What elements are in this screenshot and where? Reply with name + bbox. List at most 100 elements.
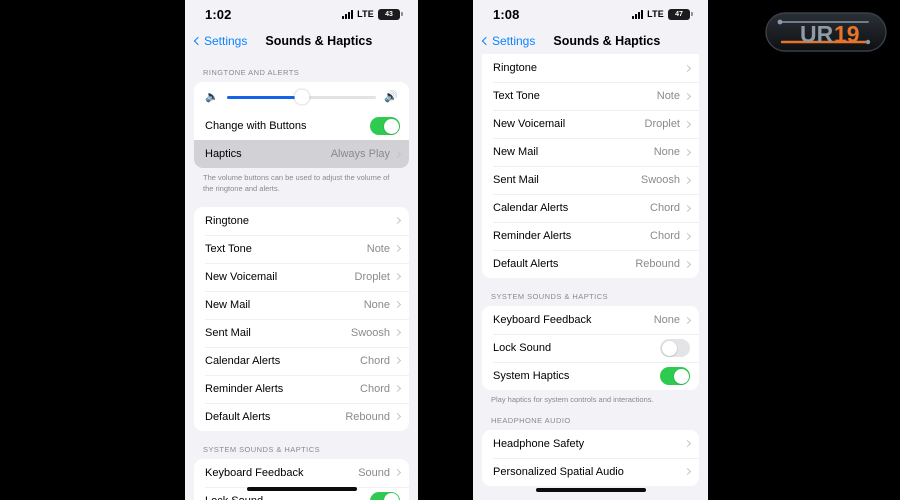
chevron-right-icon <box>683 204 692 212</box>
chevron-right-icon <box>393 245 402 253</box>
settings-list-left[interactable]: RINGTONE AND ALERTS 🔈 🔊 Change with Butt… <box>185 54 418 500</box>
toggle-knob <box>383 118 399 134</box>
row-accessory: Chord <box>360 354 402 367</box>
row-label: New Mail <box>205 298 251 311</box>
row-label: Sent Mail <box>205 326 251 339</box>
row-label: Calendar Alerts <box>205 354 281 367</box>
chevron-right-icon <box>393 273 402 281</box>
row-label: Ringtone <box>493 62 538 74</box>
row-value: Chord <box>650 202 680 214</box>
row-accessory: Note <box>657 90 692 102</box>
back-label: Settings <box>492 34 536 48</box>
row-default-alerts[interactable]: Default Alerts Rebound <box>482 250 699 278</box>
row-accessory: None <box>653 314 692 326</box>
row-calendar-alerts[interactable]: Calendar Alerts Chord <box>482 194 699 222</box>
row-value: None <box>653 314 680 326</box>
row-label: New Mail <box>493 146 539 158</box>
lock-sound-toggle[interactable] <box>660 339 690 357</box>
row-accessory: Rebound <box>345 410 402 423</box>
row-haptics[interactable]: Haptics Always Play <box>194 140 409 168</box>
lock-sound-toggle[interactable] <box>370 491 400 500</box>
change-with-buttons-toggle[interactable] <box>370 117 400 135</box>
toggle-knob <box>661 340 677 356</box>
row-value: Chord <box>360 382 390 395</box>
row-accessory <box>680 64 692 72</box>
section-footer-ringtone-alerts: The volume buttons can be used to adjust… <box>203 173 390 193</box>
row-accessory: Chord <box>650 230 692 242</box>
row-new-voicemail[interactable]: New Voicemail Droplet <box>482 110 699 138</box>
speaker-high-icon: 🔊 <box>384 90 398 103</box>
row-value: Droplet <box>354 270 390 283</box>
chevron-left-icon <box>481 36 491 46</box>
chevron-right-icon <box>683 260 692 268</box>
row-value: Chord <box>650 230 680 242</box>
toggle-knob <box>383 493 399 500</box>
section-header-ringtone-alerts: RINGTONE AND ALERTS <box>203 68 300 77</box>
row-headphone-safety[interactable]: Headphone Safety <box>482 429 699 458</box>
chevron-right-icon <box>393 469 402 477</box>
chevron-right-icon <box>393 357 402 365</box>
row-ringtone[interactable]: Ringtone <box>194 206 409 235</box>
back-button[interactable]: Settings <box>193 34 247 48</box>
cellular-signal-icon <box>632 9 644 19</box>
row-new-mail[interactable]: New Mail None <box>482 138 699 166</box>
row-keyboard-feedback[interactable]: Keyboard Feedback Sound <box>194 458 409 487</box>
row-default-alerts[interactable]: Default Alerts Rebound <box>194 402 409 431</box>
section-header-system-sounds-left: SYSTEM SOUNDS & HAPTICS <box>203 444 321 454</box>
cellular-signal-icon <box>342 9 354 19</box>
row-ringtone[interactable]: Ringtone <box>482 54 699 82</box>
chevron-right-icon <box>393 385 402 393</box>
page-title: Sounds & Haptics <box>265 34 373 48</box>
row-accessory: None <box>654 146 692 158</box>
row-text-tone[interactable]: Text Tone Note <box>194 234 409 263</box>
row-accessory: Chord <box>360 382 402 395</box>
row-label: Sent Mail <box>493 174 539 186</box>
row-calendar-alerts[interactable]: Calendar Alerts Chord <box>194 346 409 375</box>
row-system-haptics[interactable]: System Haptics <box>482 362 699 390</box>
volume-slider-row[interactable]: 🔈 🔊 <box>194 82 409 112</box>
row-reminder-alerts[interactable]: Reminder Alerts Chord <box>482 222 699 250</box>
home-indicator <box>246 487 357 491</box>
status-indicators: LTE 47 <box>632 8 693 20</box>
row-accessory: Rebound <box>635 258 692 270</box>
volume-slider-track[interactable] <box>226 89 377 105</box>
toggle-knob <box>673 368 689 384</box>
status-bar-left: 1:02 LTE 43 <box>185 0 418 28</box>
back-button[interactable]: Settings <box>481 34 536 48</box>
row-accessory: Note <box>367 243 402 255</box>
row-sent-mail[interactable]: Sent Mail Swoosh <box>194 318 409 347</box>
row-lock-sound[interactable]: Lock Sound <box>482 334 699 362</box>
page-title: Sounds & Haptics <box>553 34 661 48</box>
phone-right: 1:08 LTE 47 Settings Sounds & Haptics Ri… <box>473 0 708 500</box>
nav-bar-right: Settings Sounds & Haptics <box>473 28 708 54</box>
chevron-right-icon <box>683 120 692 128</box>
row-new-voicemail[interactable]: New Voicemail Droplet <box>194 262 409 291</box>
chevron-left-icon <box>193 36 203 46</box>
row-text-tone[interactable]: Text Tone Note <box>482 82 699 110</box>
system-haptics-toggle[interactable] <box>660 367 690 385</box>
row-value: Chord <box>360 354 390 367</box>
row-reminder-alerts[interactable]: Reminder Alerts Chord <box>194 374 409 403</box>
section-header-system-sounds-right: SYSTEM SOUNDS & HAPTICS <box>491 292 609 301</box>
status-indicators: LTE 43 <box>342 8 403 20</box>
row-accessory <box>390 217 402 225</box>
row-personalized-spatial-audio[interactable]: Personalized Spatial Audio <box>482 457 699 486</box>
row-value: Rebound <box>345 410 390 423</box>
row-value: Droplet <box>644 118 680 130</box>
network-label: LTE <box>357 9 374 19</box>
row-new-mail[interactable]: New Mail None <box>194 290 409 319</box>
volume-slider-knob[interactable] <box>294 89 309 105</box>
row-label: Ringtone <box>205 214 250 227</box>
chevron-right-icon <box>393 329 402 337</box>
row-label: Text Tone <box>205 242 252 255</box>
settings-list-right[interactable]: Ringtone Text Tone Note New Voicemail Dr… <box>473 54 708 486</box>
row-label: Reminder Alerts <box>493 230 572 242</box>
row-sent-mail[interactable]: Sent Mail Swoosh <box>482 166 699 194</box>
logo-dot-left <box>777 19 783 25</box>
row-keyboard-feedback[interactable]: Keyboard Feedback None <box>482 306 699 334</box>
row-label: Keyboard Feedback <box>205 466 304 479</box>
row-label: Lock Sound <box>493 342 552 354</box>
nav-bar-left: Settings Sounds & Haptics <box>185 28 418 54</box>
row-change-with-buttons[interactable]: Change with Buttons <box>194 112 409 140</box>
row-label: Calendar Alerts <box>493 202 569 214</box>
